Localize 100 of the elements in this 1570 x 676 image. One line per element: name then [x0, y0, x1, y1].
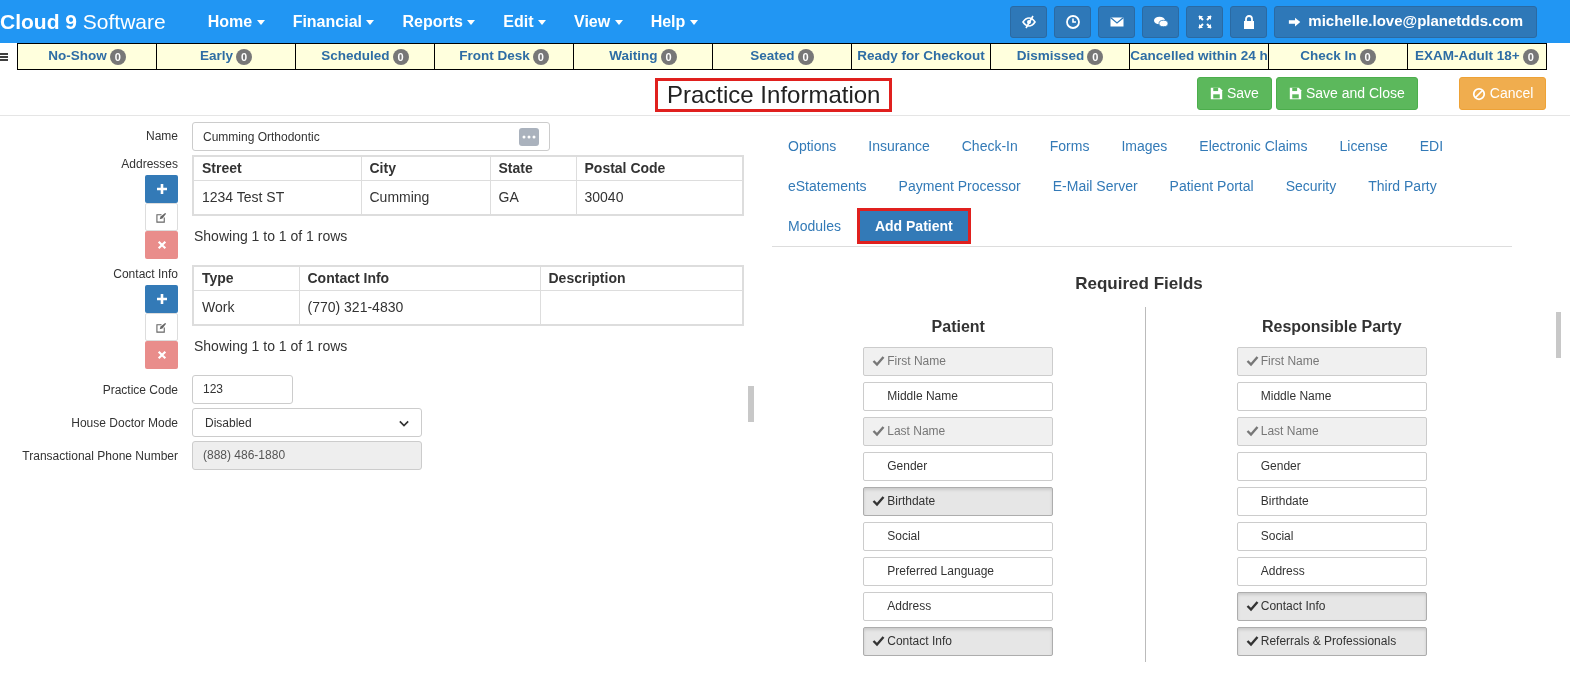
status-filter[interactable]: Early 0 [156, 43, 296, 70]
toggle-button[interactable]: Middle Name [863, 381, 1054, 411]
count-badge: 0 [797, 48, 814, 65]
practice-code-field[interactable]: 123 [192, 375, 293, 404]
toggle-button[interactable]: Contact Info [1236, 591, 1427, 621]
count-badge: 0 [1087, 48, 1104, 65]
column-header: State [490, 156, 576, 180]
caret-icon [538, 19, 546, 25]
tab[interactable]: Add Patient [856, 208, 971, 244]
phone-number-field[interactable]: (888) 486-1880 [192, 441, 422, 470]
tab[interactable]: Third Party [1352, 166, 1453, 206]
menu-item[interactable]: Edit [489, 9, 560, 34]
check-icon [1245, 355, 1259, 367]
edit-icon [156, 211, 167, 223]
menu-icon[interactable] [0, 52, 8, 61]
toolbar-button[interactable] [1098, 5, 1136, 38]
toolbar-button[interactable] [1186, 5, 1224, 38]
house-doctor-mode-dropdown[interactable]: Disabled [192, 408, 422, 437]
count-badge: 0 [109, 48, 126, 65]
toggle-button[interactable]: Address [863, 591, 1054, 621]
save-button[interactable]: Save [1197, 77, 1272, 110]
x-icon [156, 240, 167, 250]
tab[interactable]: License [1323, 126, 1404, 166]
tab[interactable]: Insurance [852, 126, 946, 166]
tab[interactable]: eStatements [772, 166, 883, 206]
toggle-button[interactable]: Gender [863, 451, 1054, 481]
tab[interactable]: E-Mail Server [1036, 166, 1154, 206]
expand-arrows-icon [1196, 13, 1213, 30]
count-badge: 0 [532, 48, 549, 65]
save-button[interactable]: Save and Close [1275, 77, 1418, 110]
toggle-button[interactable]: Referrals & Professionals [1236, 626, 1427, 656]
tab[interactable]: Electronic Claims [1183, 126, 1324, 166]
edit-button[interactable] [145, 313, 178, 341]
name-field[interactable]: Cumming Orthodontic [192, 122, 550, 151]
status-filter[interactable]: Seated 0 [712, 43, 852, 70]
status-filter[interactable]: EXAM-Adult 18+ 0 [1407, 43, 1547, 70]
status-filter[interactable]: Cancelled within 24 h [1129, 43, 1269, 70]
caret-icon [467, 19, 476, 25]
splitter-handle[interactable] [748, 386, 754, 422]
count-badge: 0 [392, 48, 409, 65]
tab[interactable]: Options [772, 126, 853, 166]
column-header: Street [193, 156, 361, 180]
tab[interactable]: Forms [1033, 126, 1106, 166]
clock-icon [1064, 13, 1081, 30]
toolbar-button[interactable] [1010, 5, 1048, 38]
menu-item[interactable]: Reports [388, 9, 490, 34]
status-filter[interactable]: Waiting 0 [573, 43, 713, 70]
toggle-button[interactable]: Preferred Language [863, 556, 1054, 586]
tab[interactable]: Payment Processor [882, 166, 1037, 206]
edit-icon [156, 321, 167, 333]
section-heading: Required Fields [1074, 273, 1204, 295]
eye-slash-icon [1020, 13, 1037, 30]
field-label: Addresses [121, 156, 178, 173]
status-filter[interactable]: Front Desk 0 [434, 43, 574, 70]
tab[interactable]: Check-In [945, 126, 1034, 166]
check-icon [872, 355, 886, 367]
menu-item[interactable]: View [560, 9, 637, 34]
plus-icon [155, 183, 168, 195]
tab[interactable]: EDI [1403, 126, 1460, 166]
caret-icon [614, 19, 623, 25]
edit-button[interactable] [145, 203, 178, 231]
field-label: Name [145, 128, 178, 145]
user-menu-button[interactable]: michelle.love@planetdds.com [1274, 5, 1537, 38]
scrollbar-thumb[interactable] [1556, 312, 1561, 358]
toggle-button[interactable]: Address [1236, 556, 1427, 586]
status-filter[interactable]: Scheduled 0 [295, 43, 435, 70]
count-badge: 0 [1359, 48, 1376, 65]
tab[interactable]: Modules [772, 206, 857, 246]
toolbar-button[interactable] [1054, 5, 1092, 38]
status-filter[interactable]: Dismissed 0 [990, 43, 1130, 70]
check-icon [1245, 600, 1259, 612]
add-button[interactable] [145, 285, 178, 313]
status-filter[interactable]: Ready for Checkout [851, 43, 991, 70]
column-heading: Patient [931, 316, 985, 337]
menu-item[interactable]: Home [193, 9, 279, 34]
toggle-button[interactable]: Contact Info [863, 626, 1054, 656]
toolbar-button[interactable] [1142, 5, 1180, 38]
app-logo[interactable]: Cloud 9 Software [0, 5, 166, 38]
check-icon [872, 495, 886, 507]
toggle-button[interactable]: Middle Name [1236, 381, 1427, 411]
toolbar-button[interactable] [1230, 5, 1268, 38]
toggle-button[interactable]: Social [863, 521, 1054, 551]
toggle-button[interactable]: Social [1236, 521, 1427, 551]
status-filter[interactable]: Check In 0 [1268, 43, 1408, 70]
toggle-button[interactable]: Birthdate [1236, 486, 1427, 516]
menu-item[interactable]: Help [636, 9, 712, 34]
column-header: City [361, 156, 490, 180]
toggle-button[interactable]: Birthdate [863, 486, 1054, 516]
add-button[interactable] [145, 175, 178, 203]
toggle-button[interactable]: Gender [1236, 451, 1427, 481]
ban-icon [1471, 86, 1486, 101]
count-badge: 0 [1522, 48, 1539, 65]
count-badge: 0 [235, 48, 253, 65]
status-filter[interactable]: No-Show 0 [17, 43, 157, 70]
menu-item[interactable]: Financial [278, 9, 389, 34]
check-icon [1245, 425, 1259, 437]
tab[interactable]: Security [1269, 166, 1353, 206]
tab[interactable]: Patient Portal [1153, 166, 1270, 206]
tab[interactable]: Images [1105, 126, 1184, 166]
x-icon [156, 350, 167, 360]
